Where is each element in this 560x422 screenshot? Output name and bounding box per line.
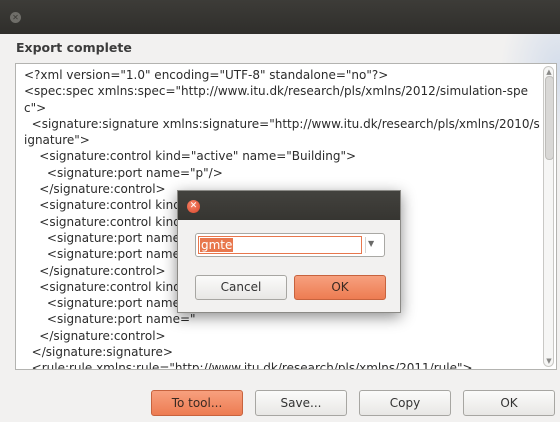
copy-button[interactable]: Copy (359, 390, 451, 416)
combo-input[interactable]: gmte (198, 236, 362, 254)
ok-button[interactable]: OK (463, 390, 555, 416)
to-tool-button[interactable]: To tool... (151, 390, 243, 416)
window-titlebar: ✕ (0, 0, 560, 34)
tool-combo-box[interactable]: gmte ▼ (195, 233, 385, 257)
vertical-scrollbar[interactable]: ▲ ▼ (543, 66, 554, 367)
input-modal: ✕ gmte ▼ Cancel OK (177, 190, 401, 313)
scroll-up-icon[interactable]: ▲ (545, 68, 553, 76)
cancel-button[interactable]: Cancel (195, 275, 287, 300)
scrollbar-thumb[interactable] (545, 76, 554, 160)
close-icon[interactable]: ✕ (187, 200, 200, 213)
modal-titlebar: ✕ (178, 191, 400, 220)
combo-separator (365, 237, 366, 253)
combo-selected-text: gmte (200, 238, 234, 252)
close-icon[interactable]: ✕ (10, 12, 21, 23)
chevron-down-icon[interactable]: ▼ (368, 239, 374, 248)
save-button[interactable]: Save... (255, 390, 347, 416)
scroll-down-icon[interactable]: ▼ (545, 357, 553, 365)
dialog-heading: Export complete (16, 40, 132, 55)
modal-ok-button[interactable]: OK (294, 275, 386, 300)
